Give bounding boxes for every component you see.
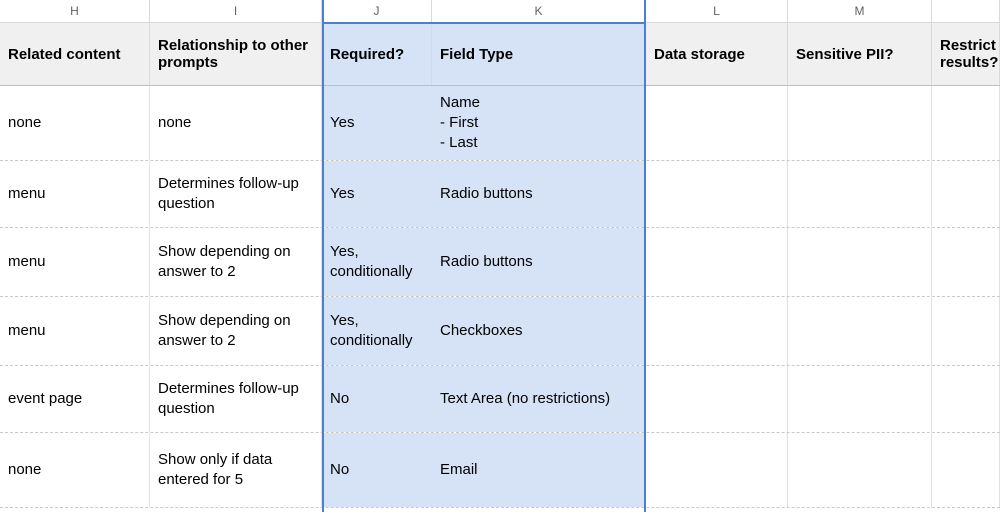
header-required[interactable]: Required? (322, 23, 432, 85)
cell-h[interactable]: menu (0, 228, 150, 296)
cell-h[interactable]: none (0, 433, 150, 507)
header-data-storage[interactable]: Data storage (646, 23, 788, 85)
cell-m[interactable] (788, 297, 932, 365)
cell-m[interactable] (788, 433, 932, 507)
cell-n[interactable] (932, 86, 1000, 160)
cell-i[interactable]: Show depending on answer to 2 (150, 228, 322, 296)
header-row: Related content Relationship to other pr… (0, 23, 1000, 86)
table-row: menuShow depending on answer to 2Yes, co… (0, 297, 1000, 366)
header-related-content[interactable]: Related content (0, 23, 150, 85)
cell-k[interactable]: Name - First - Last (432, 86, 646, 160)
col-letter-n[interactable] (932, 0, 1000, 22)
column-letter-row: H I J K L M (0, 0, 1000, 23)
cell-j[interactable]: Yes (322, 86, 432, 160)
cell-m[interactable] (788, 86, 932, 160)
cell-i[interactable]: Show depending on answer to 2 (150, 297, 322, 365)
cell-k[interactable]: Radio buttons (432, 161, 646, 227)
col-letter-h[interactable]: H (0, 0, 150, 22)
cell-h[interactable]: menu (0, 297, 150, 365)
cell-h[interactable]: none (0, 86, 150, 160)
table-row: menuDetermines follow-up questionYesRadi… (0, 161, 1000, 228)
col-letter-l[interactable]: L (646, 0, 788, 22)
cell-m[interactable] (788, 161, 932, 227)
header-field-type[interactable]: Field Type (432, 23, 646, 85)
cell-l[interactable] (646, 366, 788, 432)
cell-k[interactable]: Text Area (no restrictions) (432, 366, 646, 432)
cell-j[interactable]: Yes, conditionally (322, 228, 432, 296)
header-restrict-results[interactable]: Restrict results? (932, 23, 1000, 85)
cell-h[interactable]: menu (0, 161, 150, 227)
cell-m[interactable] (788, 366, 932, 432)
header-sensitive-pii[interactable]: Sensitive PII? (788, 23, 932, 85)
col-letter-k[interactable]: K (432, 0, 646, 22)
spreadsheet[interactable]: H I J K L M Related content Relationship… (0, 0, 1000, 512)
table-row: menuShow depending on answer to 2Yes, co… (0, 228, 1000, 297)
cell-n[interactable] (932, 297, 1000, 365)
cell-l[interactable] (646, 297, 788, 365)
cell-j[interactable]: No (322, 366, 432, 432)
cell-j[interactable]: No (322, 433, 432, 507)
cell-n[interactable] (932, 366, 1000, 432)
cell-i[interactable]: Show only if data entered for 5 (150, 433, 322, 507)
table-row: noneShow only if data entered for 5NoEma… (0, 433, 1000, 508)
data-rows: nonenoneYesName - First - LastmenuDeterm… (0, 86, 1000, 508)
cell-l[interactable] (646, 86, 788, 160)
header-relationship[interactable]: Relationship to other prompts (150, 23, 322, 85)
cell-l[interactable] (646, 161, 788, 227)
cell-j[interactable]: Yes (322, 161, 432, 227)
cell-h[interactable]: event page (0, 366, 150, 432)
cell-n[interactable] (932, 433, 1000, 507)
cell-k[interactable]: Email (432, 433, 646, 507)
table-row: event pageDetermines follow-up questionN… (0, 366, 1000, 433)
cell-k[interactable]: Checkboxes (432, 297, 646, 365)
col-letter-j[interactable]: J (322, 0, 432, 22)
cell-m[interactable] (788, 228, 932, 296)
col-letter-m[interactable]: M (788, 0, 932, 22)
cell-n[interactable] (932, 161, 1000, 227)
cell-i[interactable]: none (150, 86, 322, 160)
cell-i[interactable]: Determines follow-up question (150, 366, 322, 432)
cell-n[interactable] (932, 228, 1000, 296)
col-letter-i[interactable]: I (150, 0, 322, 22)
cell-l[interactable] (646, 433, 788, 507)
cell-i[interactable]: Determines follow-up question (150, 161, 322, 227)
cell-l[interactable] (646, 228, 788, 296)
cell-j[interactable]: Yes, conditionally (322, 297, 432, 365)
cell-k[interactable]: Radio buttons (432, 228, 646, 296)
table-row: nonenoneYesName - First - Last (0, 86, 1000, 161)
